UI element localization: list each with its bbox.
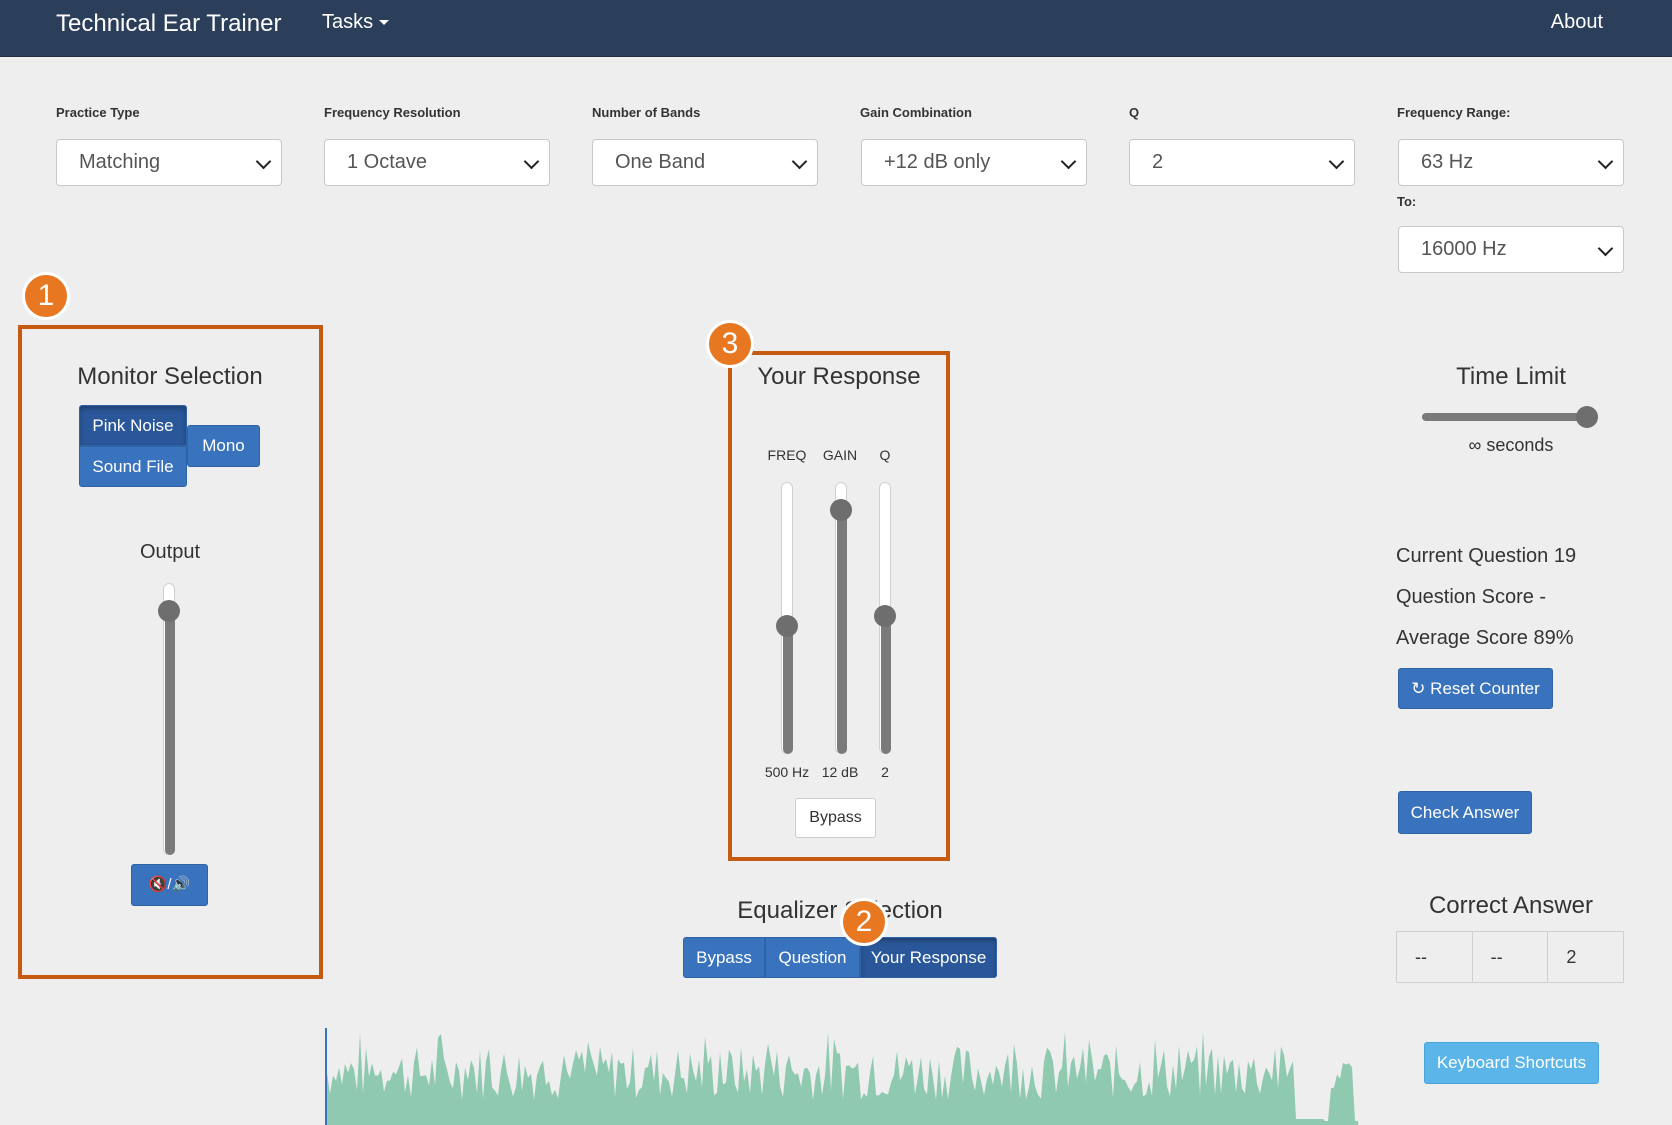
keyboard-shortcuts-button[interactable]: Keyboard Shortcuts [1424, 1042, 1599, 1084]
frequency-range-from-select[interactable]: 63 Hz [1398, 139, 1624, 186]
output-label: Output [139, 541, 201, 563]
chevron-down-icon [255, 153, 272, 170]
output-slider[interactable] [157, 583, 181, 855]
check-answer-button[interactable]: Check Answer [1398, 791, 1532, 834]
q-slider-knob[interactable] [874, 605, 896, 627]
caret-down-icon [379, 20, 390, 26]
reset-counter-button[interactable]: ↻ Reset Counter [1398, 668, 1553, 709]
tasks-menu[interactable]: Tasks [322, 8, 390, 36]
practice-type-label: Practice Type [56, 105, 140, 120]
waveform-shape [327, 1031, 1358, 1125]
correct-answer-gain: -- [1473, 932, 1549, 982]
brand-title[interactable]: Technical Ear Trainer [56, 8, 281, 40]
your-response-title: Your Response [757, 363, 921, 390]
frequency-range-to-select[interactable]: 16000 Hz [1398, 226, 1624, 273]
chevron-down-icon [523, 153, 540, 170]
time-limit-slider[interactable] [1422, 405, 1598, 429]
output-slider-knob[interactable] [158, 600, 180, 622]
correct-answer-q: 2 [1566, 947, 1577, 967]
chevron-down-icon [1597, 240, 1614, 257]
frequency-resolution-value: 1 Octave [347, 151, 428, 173]
chevron-down-icon [1328, 153, 1345, 170]
q-slider-label: Q [879, 447, 891, 463]
frequency-range-label: Frequency Range: [1397, 105, 1511, 120]
freq-label: FREQ [767, 447, 807, 463]
freq-value: 500 Hz [764, 764, 810, 780]
annotation-badge-1: 1 [22, 272, 70, 320]
q-value-label: 2 [881, 764, 889, 780]
output-slider-fill [165, 611, 175, 855]
gain-slider-knob[interactable] [830, 499, 852, 521]
gain-slider[interactable] [829, 482, 853, 754]
correct-answer-freq: -- [1397, 932, 1473, 982]
freq-slider-knob[interactable] [776, 615, 798, 637]
eq-your-response-button[interactable]: Your Response [860, 937, 997, 978]
current-question: Current Question 19 [1396, 545, 1577, 567]
time-limit-knob[interactable] [1576, 406, 1598, 428]
frequency-range-to-label: To: [1397, 194, 1417, 209]
gain-value: 12 dB [821, 764, 859, 780]
number-of-bands-label: Number of Bands [592, 105, 701, 120]
gain-combination-select[interactable]: +12 dB only [861, 139, 1087, 186]
waveform-display[interactable] [325, 1028, 1360, 1125]
question-score: Question Score - [1396, 586, 1547, 608]
sound-file-button[interactable]: Sound File [79, 446, 187, 487]
annotation-badge-3: 3 [706, 320, 754, 368]
pink-noise-button[interactable]: Pink Noise [79, 405, 187, 446]
q-value: 2 [1152, 151, 1164, 173]
practice-type-select[interactable]: Matching [56, 139, 282, 186]
number-of-bands-value: One Band [615, 151, 706, 173]
number-of-bands-select[interactable]: One Band [592, 139, 818, 186]
chevron-down-icon [1597, 153, 1614, 170]
frequency-range-from-value: 63 Hz [1421, 151, 1474, 173]
eq-bypass-button[interactable]: Bypass [683, 937, 765, 978]
frequency-resolution-label: Frequency Resolution [324, 105, 461, 120]
gain-label: GAIN [822, 447, 858, 463]
time-limit-title: Time Limit [1456, 363, 1566, 390]
correct-answer-table: -- -- 2 [1396, 931, 1624, 983]
frequency-range-to-value: 16000 Hz [1421, 238, 1507, 260]
frequency-resolution-select[interactable]: 1 Octave [324, 139, 550, 186]
refresh-icon: ↻ [1411, 679, 1431, 698]
freq-slider[interactable] [775, 482, 799, 754]
q-select[interactable]: 2 [1129, 139, 1355, 186]
response-bypass-button[interactable]: Bypass [795, 798, 876, 838]
chevron-down-icon [1060, 153, 1077, 170]
gain-combination-value: +12 dB only [884, 151, 991, 173]
average-score: Average Score 89% [1396, 627, 1574, 649]
mono-button[interactable]: Mono [187, 425, 260, 467]
correct-answer-title: Correct Answer [1428, 892, 1594, 919]
eq-question-button[interactable]: Question [765, 937, 860, 978]
practice-type-value: Matching [79, 151, 161, 173]
navbar: Technical Ear Trainer Tasks About [0, 0, 1672, 57]
time-limit-value: ∞ seconds [1468, 435, 1554, 455]
gain-slider-fill [837, 510, 847, 754]
mute-toggle-button[interactable]: 🔇/🔊 [131, 864, 208, 906]
monitor-selection-title: Monitor Selection [77, 363, 263, 390]
gain-combination-label: Gain Combination [860, 105, 972, 120]
time-limit-fill [1422, 413, 1598, 421]
tasks-label: Tasks [322, 11, 374, 33]
reset-counter-label: Reset Counter [1430, 679, 1540, 698]
about-link[interactable]: About [1551, 8, 1603, 36]
chevron-down-icon [791, 153, 808, 170]
q-slider[interactable] [873, 482, 897, 754]
q-label: Q [1129, 105, 1140, 120]
freq-slider-fill [783, 625, 793, 754]
annotation-badge-2: 2 [840, 898, 888, 946]
q-slider-fill [881, 615, 891, 754]
